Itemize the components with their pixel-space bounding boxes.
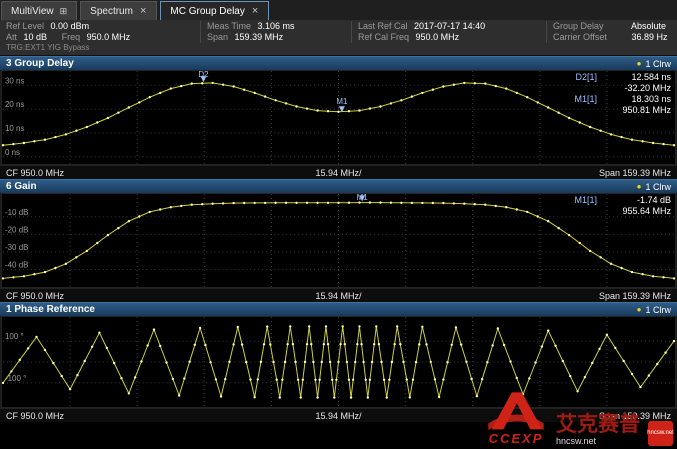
- marker-value: 18.303 ns: [607, 94, 671, 105]
- tab-spectrum[interactable]: Spectrum ×: [80, 1, 157, 20]
- marker-freq: -32.20 MHz: [607, 83, 671, 94]
- scale-per-div: 15.94 MHz/: [0, 168, 677, 178]
- ccexp-logo-block: CCEXP: [484, 389, 548, 446]
- trace1-color-dot: ●: [637, 306, 642, 314]
- watermark-badge: hncsw.net: [648, 421, 673, 446]
- svg-text:-10 dB: -10 dB: [5, 208, 28, 217]
- meas-time-label: Meas Time: [207, 21, 251, 31]
- channel-tabbar: MultiView ⊞ Spectrum × MC Group Delay ×: [0, 0, 677, 20]
- group-delay-footer: CF 950.0 MHz 15.94 MHz/ Span 159.39 MHz: [0, 165, 677, 179]
- header-col-level: Ref Level 0.00 dBm Att 10 dB Freq 950.0 …: [0, 21, 201, 43]
- last-ref-cal-label: Last Ref Cal: [358, 21, 408, 31]
- tab-label: MC Group Delay: [170, 6, 244, 17]
- ref-cal-freq-label: Ref Cal Freq: [358, 32, 409, 42]
- trace-mode-label: 1 Clrw: [645, 182, 671, 192]
- watermark-site: hncsw.net: [556, 436, 596, 446]
- svg-text:20 ns: 20 ns: [5, 100, 24, 109]
- watermark: CCEXP 艾克赛普 hncsw.net hncsw.net: [484, 389, 673, 446]
- header-col-sweep: Meas Time 3.106 ms Span 159.39 MHz: [201, 21, 352, 43]
- marker-freq: 955.64 MHz: [607, 206, 671, 217]
- window-title: 1 Phase Reference: [6, 304, 95, 315]
- channel-info-bar: Ref Level 0.00 dBm Att 10 dB Freq 950.0 …: [0, 20, 677, 56]
- trace-legend[interactable]: ● 1 Clrw: [637, 59, 671, 69]
- ccexp-logo-icon: [484, 389, 548, 431]
- watermark-text-block: 艾克赛普 hncsw.net: [556, 414, 640, 446]
- svg-text:-40 dB: -40 dB: [5, 260, 28, 269]
- trace-legend[interactable]: ● 1 Clrw: [637, 182, 671, 192]
- scale-per-div: 15.94 MHz/: [0, 291, 677, 301]
- marker-name: D2[1]: [574, 72, 597, 83]
- watermark-name-cn: 艾克赛普: [556, 414, 640, 436]
- svg-text:-30 dB: -30 dB: [5, 243, 28, 252]
- gain-footer: CF 950.0 MHz 15.94 MHz/ Span 159.39 MHz: [0, 288, 677, 302]
- trigger-status: TRG:EXT1 YIG Bypass: [0, 43, 677, 53]
- meas-time-value[interactable]: 3.106 ms: [258, 21, 295, 31]
- watermark-brand: CCEXP: [489, 431, 544, 446]
- trace1-color-dot: ●: [637, 183, 642, 191]
- svg-text:10 ns: 10 ns: [5, 124, 24, 133]
- freq-label: Freq: [62, 32, 81, 42]
- span-label: Span: [207, 32, 228, 42]
- svg-text:M1: M1: [357, 193, 369, 202]
- marker-freq: 950.81 MHz: [607, 105, 671, 116]
- span-value[interactable]: 159.39 MHz: [235, 32, 284, 42]
- header-columns: Ref Level 0.00 dBm Att 10 dB Freq 950.0 …: [0, 21, 677, 43]
- svg-text:30 ns: 30 ns: [5, 76, 24, 85]
- svg-text:-20 dB: -20 dB: [5, 225, 28, 234]
- trace-mode-label: 1 Clrw: [645, 305, 671, 315]
- phase-reference-titlebar[interactable]: 1 Phase Reference ● 1 Clrw: [0, 302, 677, 316]
- svg-text:0 ns: 0 ns: [5, 148, 20, 157]
- tab-mc-group-delay[interactable]: MC Group Delay ×: [160, 1, 269, 20]
- att-value[interactable]: 10 dB: [24, 32, 48, 42]
- marker-value: 12.584 ns: [607, 72, 671, 83]
- window-title: 6 Gain: [6, 181, 37, 192]
- watermark-badge-site: hncsw.net: [647, 430, 674, 437]
- carrier-offset-label: Carrier Offset: [553, 32, 625, 43]
- close-icon[interactable]: ×: [251, 5, 259, 17]
- att-label: Att: [6, 32, 17, 42]
- svg-text:M1: M1: [336, 97, 348, 106]
- group-delay-chart[interactable]: 30 ns 20 ns 10 ns 0 ns D2 M1 D2[1] 12.584 ns …: [0, 70, 677, 165]
- marker-name: M1[1]: [574, 94, 597, 105]
- group-delay-label: Group Delay: [553, 21, 625, 32]
- group-delay-mode-value[interactable]: Absolute: [631, 21, 666, 31]
- ref-level-value[interactable]: 0.00 dBm: [51, 21, 90, 31]
- tab-multiview[interactable]: MultiView ⊞: [1, 1, 77, 20]
- window-title: 3 Group Delay: [6, 58, 74, 69]
- ref-cal-freq-value[interactable]: 950.0 MHz: [416, 32, 460, 42]
- panel-group-delay: 3 Group Delay ● 1 Clrw 30 ns 20 ns 10 ns 0 …: [0, 56, 677, 179]
- header-col-gd: Group Delay Absolute Carrier Offset 36.8…: [547, 21, 677, 43]
- marker-value: -1.74 dB: [607, 195, 671, 206]
- trace-legend[interactable]: ● 1 Clrw: [637, 305, 671, 315]
- freq-value[interactable]: 950.0 MHz: [87, 32, 131, 42]
- panel-gain: 6 Gain ● 1 Clrw -10 dB -20 dB -30 dB -40 dB…: [0, 179, 677, 302]
- marker-readout: M1[1] -1.74 dB 955.64 MHz: [574, 195, 671, 217]
- multiview-grid-icon: ⊞: [60, 7, 68, 16]
- trace-mode-label: 1 Clrw: [645, 59, 671, 69]
- gain-titlebar[interactable]: 6 Gain ● 1 Clrw: [0, 179, 677, 193]
- group-delay-titlebar[interactable]: 3 Group Delay ● 1 Clrw: [0, 56, 677, 70]
- tab-label: Spectrum: [90, 6, 133, 17]
- analyzer-screen: MultiView ⊞ Spectrum × MC Group Delay × …: [0, 0, 677, 449]
- close-icon[interactable]: ×: [139, 5, 147, 17]
- tab-label: MultiView: [11, 6, 54, 17]
- marker-readout: D2[1] 12.584 ns -32.20 MHz M1[1] 18.303 …: [574, 72, 671, 116]
- ref-level-label: Ref Level: [6, 21, 44, 31]
- last-ref-cal-value: 2017-07-17 14:40: [414, 21, 485, 31]
- svg-text:D2: D2: [198, 70, 209, 79]
- gain-chart[interactable]: -10 dB -20 dB -30 dB -40 dB M1 M1[1] -1.74 d…: [0, 193, 677, 288]
- marker-name: M1[1]: [574, 195, 597, 206]
- carrier-offset-value: 36.89 Hz: [632, 32, 668, 42]
- header-col-cal: Last Ref Cal 2017-07-17 14:40 Ref Cal Fr…: [352, 21, 547, 43]
- svg-text:100 °: 100 °: [5, 332, 24, 341]
- trace1-color-dot: ●: [637, 60, 642, 68]
